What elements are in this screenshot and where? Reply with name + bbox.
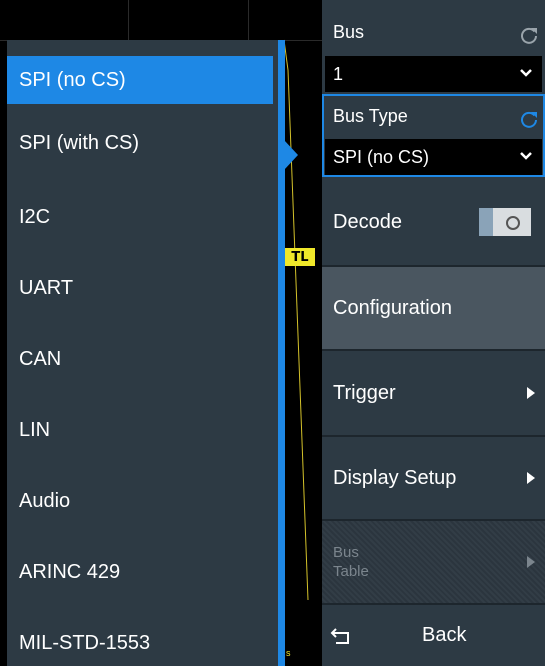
decode-row: Decode xyxy=(322,179,545,265)
list-item-label: SPI (with CS) xyxy=(19,131,140,154)
configuration-button[interactable]: Configuration xyxy=(322,265,545,349)
list-item-label: CAN xyxy=(19,348,62,370)
bus-type-select[interactable]: SPI (no CS) xyxy=(325,139,542,175)
list-item-can[interactable]: CAN xyxy=(7,324,278,395)
bus-table-label: Bus Table xyxy=(333,543,369,581)
trigger-label: Trigger xyxy=(333,381,396,404)
list-item-audio[interactable]: Audio xyxy=(7,466,278,537)
bus-table-label-line2: Table xyxy=(333,563,369,580)
bus-type-dropdown-list: SPI (no CS) SPI (with CS) I2C UART CAN L… xyxy=(7,40,278,666)
chevron-down-icon xyxy=(520,69,532,77)
list-item-lin[interactable]: LIN xyxy=(7,395,278,466)
list-item-label: I2C xyxy=(19,206,51,228)
bus-table-button[interactable]: Bus Table xyxy=(322,519,545,603)
grid-line xyxy=(248,0,249,40)
bus-label: Bus xyxy=(333,22,365,42)
display-setup-button[interactable]: Display Setup xyxy=(322,435,545,519)
list-item-spi-with-cs[interactable]: SPI (with CS) xyxy=(7,104,278,182)
scope-edge-label: s xyxy=(286,648,291,658)
toggle-off-indicator-icon xyxy=(506,216,520,230)
configuration-label: Configuration xyxy=(333,296,452,319)
dropdown-pointer-icon xyxy=(284,140,298,170)
list-item-label: MIL-STD-1553 xyxy=(19,632,151,654)
list-item-label: Audio xyxy=(19,490,71,512)
list-item-uart[interactable]: UART xyxy=(7,253,278,324)
list-item-label: UART xyxy=(19,277,74,299)
bus-select-value: 1 xyxy=(333,63,344,84)
list-item-i2c[interactable]: I2C xyxy=(7,182,278,253)
list-item-label: SPI (no CS) xyxy=(19,68,126,91)
play-arrow-icon xyxy=(527,387,535,399)
decode-toggle[interactable] xyxy=(479,208,531,236)
back-button[interactable]: Back xyxy=(322,603,545,666)
toggle-knob xyxy=(479,208,493,236)
list-item-spi-no-cs[interactable]: SPI (no CS) xyxy=(7,56,273,104)
play-arrow-icon xyxy=(527,556,535,568)
list-item-arinc-429[interactable]: ARINC 429 xyxy=(7,537,278,608)
list-item-label: ARINC 429 xyxy=(19,561,121,583)
chevron-down-icon xyxy=(520,152,532,160)
bus-type-select-value: SPI (no CS) xyxy=(333,146,430,167)
bus-table-label-line1: Bus xyxy=(333,544,359,561)
grid-line xyxy=(128,0,129,40)
reset-icon[interactable] xyxy=(519,25,539,45)
back-arrow-icon xyxy=(330,627,349,644)
trigger-button[interactable]: Trigger xyxy=(322,349,545,435)
dropdown-separator-bar xyxy=(278,40,285,666)
list-item-mil-std-1553[interactable]: MIL-STD-1553 xyxy=(7,608,278,666)
decode-label: Decode xyxy=(333,210,402,233)
bus-type-label: Bus Type xyxy=(333,106,408,126)
trigger-level-marker[interactable]: TL xyxy=(285,248,315,266)
reset-icon[interactable] xyxy=(519,109,539,129)
bus-select[interactable]: 1 xyxy=(325,56,542,92)
side-menu: Bus 1 Bus Type SPI (no CS) Decode Config… xyxy=(322,0,545,666)
display-setup-label: Display Setup xyxy=(333,466,457,489)
play-arrow-icon xyxy=(527,472,535,484)
list-item-label: LIN xyxy=(19,419,51,441)
back-label: Back xyxy=(422,624,467,646)
